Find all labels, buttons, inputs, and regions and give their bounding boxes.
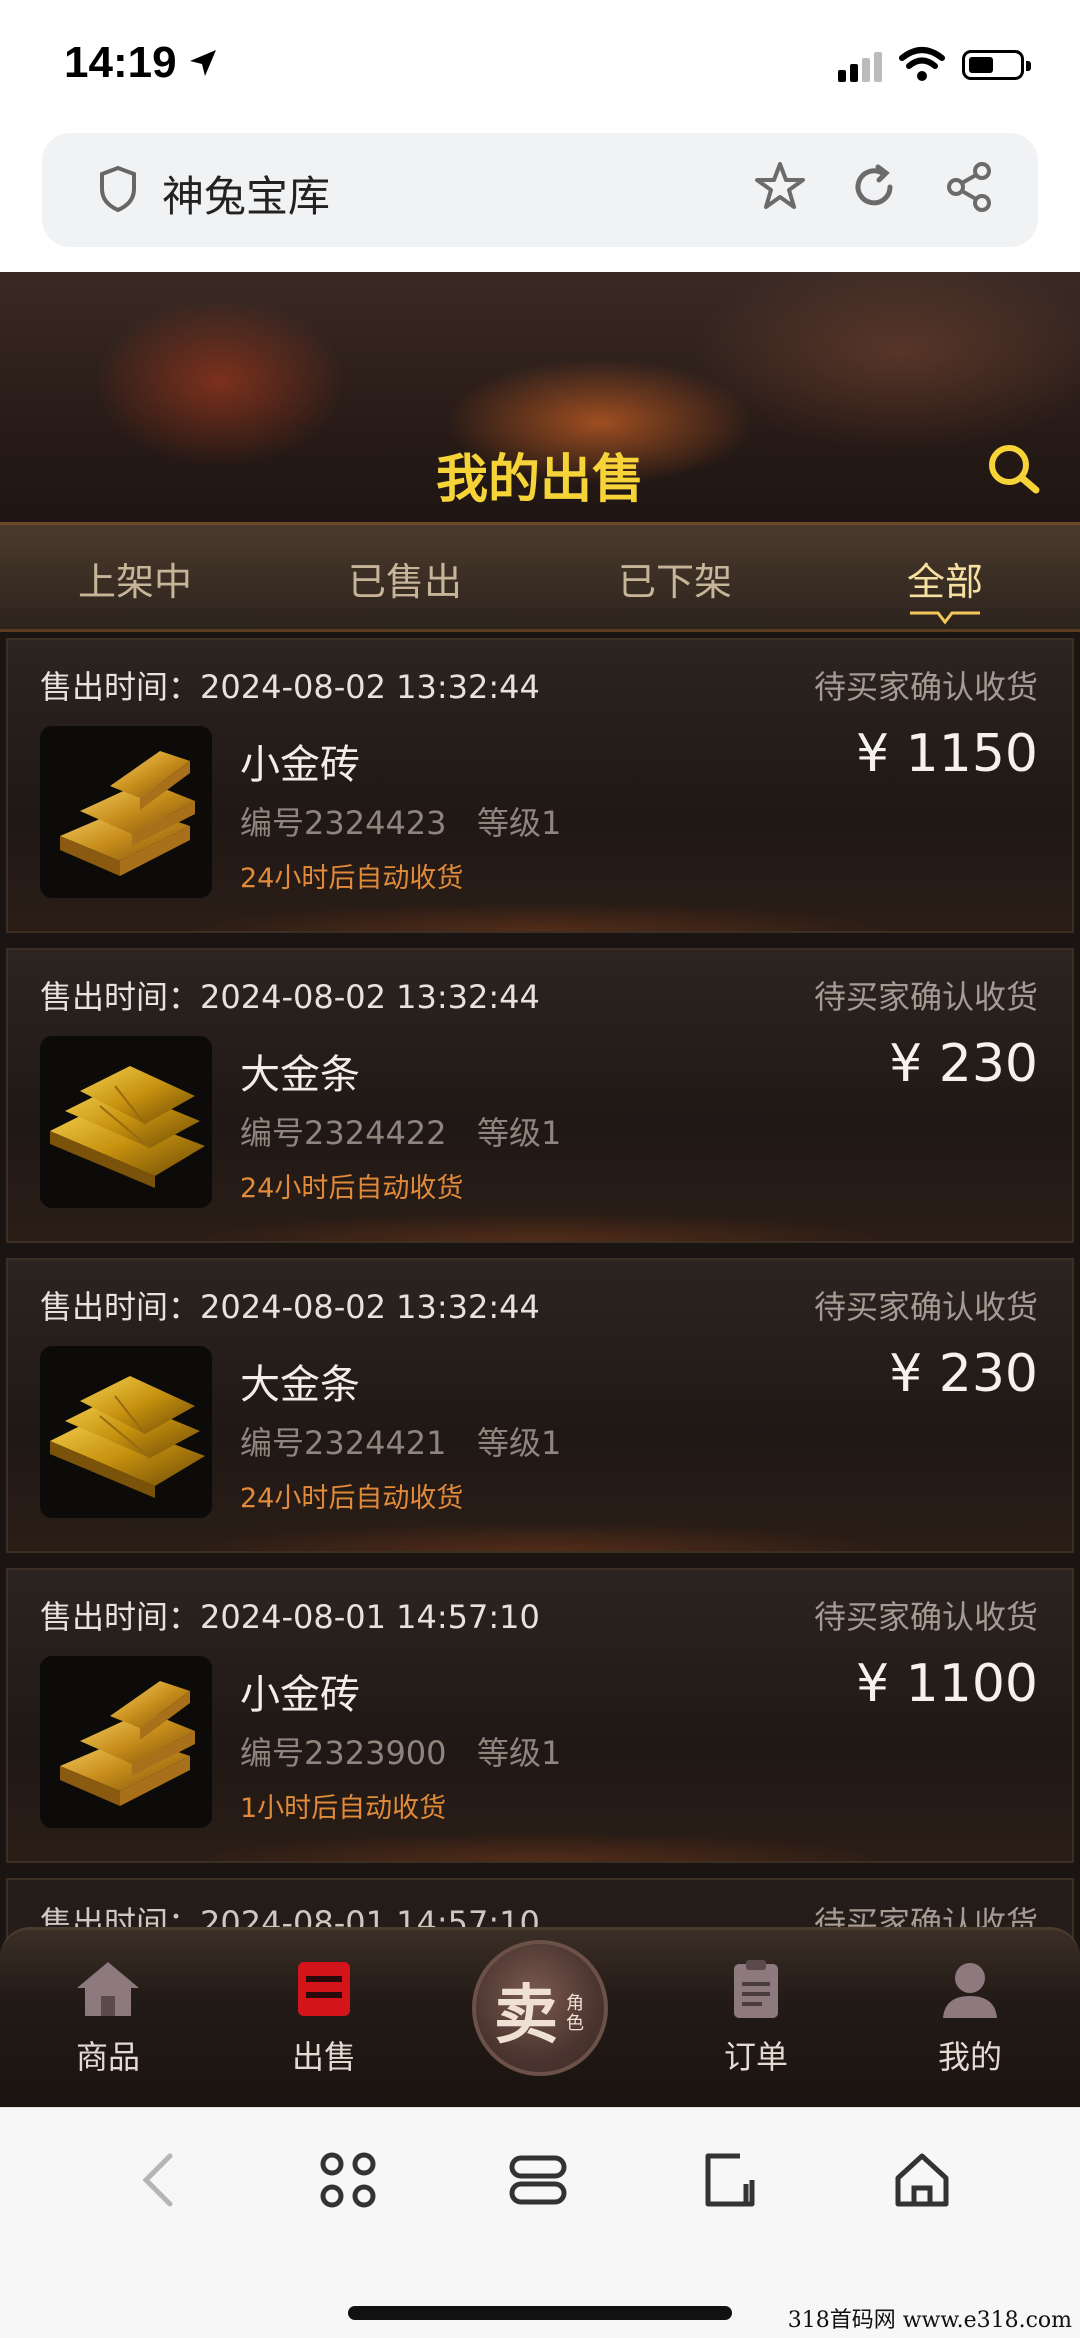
search-icon[interactable]	[984, 440, 1042, 498]
share-icon[interactable]	[944, 161, 996, 213]
tabs-icon[interactable]	[508, 2150, 568, 2210]
sale-time: 售出时间：2024-08-01 14:57:10	[40, 1598, 540, 1636]
item-code: 编号2324423 等级1	[240, 804, 562, 842]
nav-products[interactable]: 商品	[28, 1958, 188, 2078]
home-icon[interactable]	[892, 2150, 952, 2210]
order-card[interactable]: 售出时间：2024-08-02 13:32:44 待买家确认收货 大金条 编号2…	[6, 1258, 1074, 1553]
item-price: ¥ 1150	[856, 724, 1038, 784]
page-title: 神兔宝库	[162, 172, 331, 221]
order-card[interactable]: 售出时间：2024-08-02 13:32:44 待买家确认收货 大金条 编号2…	[6, 948, 1074, 1243]
location-arrow-icon	[190, 50, 216, 76]
house-icon	[77, 1962, 139, 2016]
wifi-icon	[899, 47, 945, 81]
back-icon[interactable]	[138, 2150, 178, 2210]
sale-time: 售出时间：2024-08-02 13:32:44	[40, 668, 540, 706]
nav-orders[interactable]: 订单	[676, 1958, 836, 2078]
reload-icon[interactable]	[848, 161, 900, 213]
active-tab-indicator	[910, 611, 980, 625]
bottom-nav: 商品 出售 卖 角色 订单 我的	[0, 1927, 1080, 2107]
watermark: 318首码网 www.e318.com	[787, 2308, 1072, 2333]
order-card[interactable]: 售出时间：2024-08-02 13:32:44 待买家确认收货 小金砖 编号2…	[6, 638, 1074, 933]
tab-listed[interactable]: 上架中	[0, 551, 270, 606]
tab-sold[interactable]: 已售出	[270, 551, 540, 606]
sale-time: 售出时间：2024-08-02 13:32:44	[40, 978, 540, 1016]
gold-bar-icon	[40, 1036, 212, 1208]
clipboard-icon	[734, 1960, 778, 2018]
cellular-signal-icon	[838, 52, 882, 82]
person-icon	[943, 1963, 997, 2018]
header-banner: 我的出售	[0, 272, 1080, 522]
nav-profile[interactable]: 我的	[890, 1958, 1050, 2078]
sale-time: 售出时间：2024-08-02 13:32:44	[40, 1288, 540, 1326]
gold-brick-icon	[40, 1656, 212, 1828]
item-code: 编号2323900 等级1	[240, 1734, 562, 1772]
sell-box-icon	[298, 1962, 350, 2016]
order-status: 待买家确认收货	[813, 978, 1038, 1016]
item-code: 编号2324422 等级1	[240, 1114, 562, 1152]
home-indicator	[348, 2306, 732, 2320]
star-icon[interactable]	[752, 159, 808, 215]
item-name: 小金砖	[240, 742, 360, 788]
auto-receipt-notice: 24小时后自动收货	[240, 863, 464, 894]
apps-icon[interactable]	[318, 2150, 378, 2210]
tab-delisted[interactable]: 已下架	[540, 551, 810, 606]
auto-receipt-notice: 24小时后自动收货	[240, 1173, 464, 1204]
new-tab-icon[interactable]	[700, 2150, 760, 2210]
order-status: 待买家确认收货	[813, 1288, 1038, 1326]
item-code: 编号2324421 等级1	[240, 1424, 562, 1462]
order-tabs: 上架中 已售出 已下架 全部	[0, 522, 1080, 632]
browser-toolbar: 318首码网 www.e318.com	[0, 2107, 1080, 2338]
item-price: ¥ 1100	[856, 1654, 1038, 1714]
item-price: ¥ 230	[889, 1034, 1038, 1094]
status-bar: 14:19	[0, 0, 1080, 130]
browser-header: 神兔宝库	[0, 130, 1080, 272]
auto-receipt-notice: 1小时后自动收货	[240, 1793, 447, 1824]
gold-bar-icon	[40, 1346, 212, 1518]
auto-receipt-notice: 24小时后自动收货	[240, 1483, 464, 1514]
item-name: 小金砖	[240, 1672, 360, 1718]
address-bar[interactable]: 神兔宝库	[42, 133, 1038, 247]
tab-all[interactable]: 全部	[810, 551, 1080, 606]
app-view: 我的出售 上架中 已售出 已下架 全部 售出时间：2024-08-02 13:3…	[0, 272, 1080, 2107]
status-time: 14:19	[64, 38, 177, 87]
order-status: 待买家确认收货	[813, 668, 1038, 706]
battery-icon	[962, 50, 1031, 80]
order-status: 待买家确认收货	[813, 1598, 1038, 1636]
item-name: 大金条	[240, 1052, 360, 1098]
item-name: 大金条	[240, 1362, 360, 1408]
sell-role-button[interactable]: 卖 角色	[472, 1940, 608, 2076]
item-price: ¥ 230	[889, 1344, 1038, 1404]
header-title: 我的出售	[435, 450, 644, 510]
nav-sell[interactable]: 出售	[244, 1958, 404, 2078]
order-card[interactable]: 售出时间：2024-08-01 14:57:10 待买家确认收货 小金砖 编号2…	[6, 1568, 1074, 1863]
gold-brick-icon	[40, 726, 212, 898]
shield-icon	[100, 165, 136, 213]
